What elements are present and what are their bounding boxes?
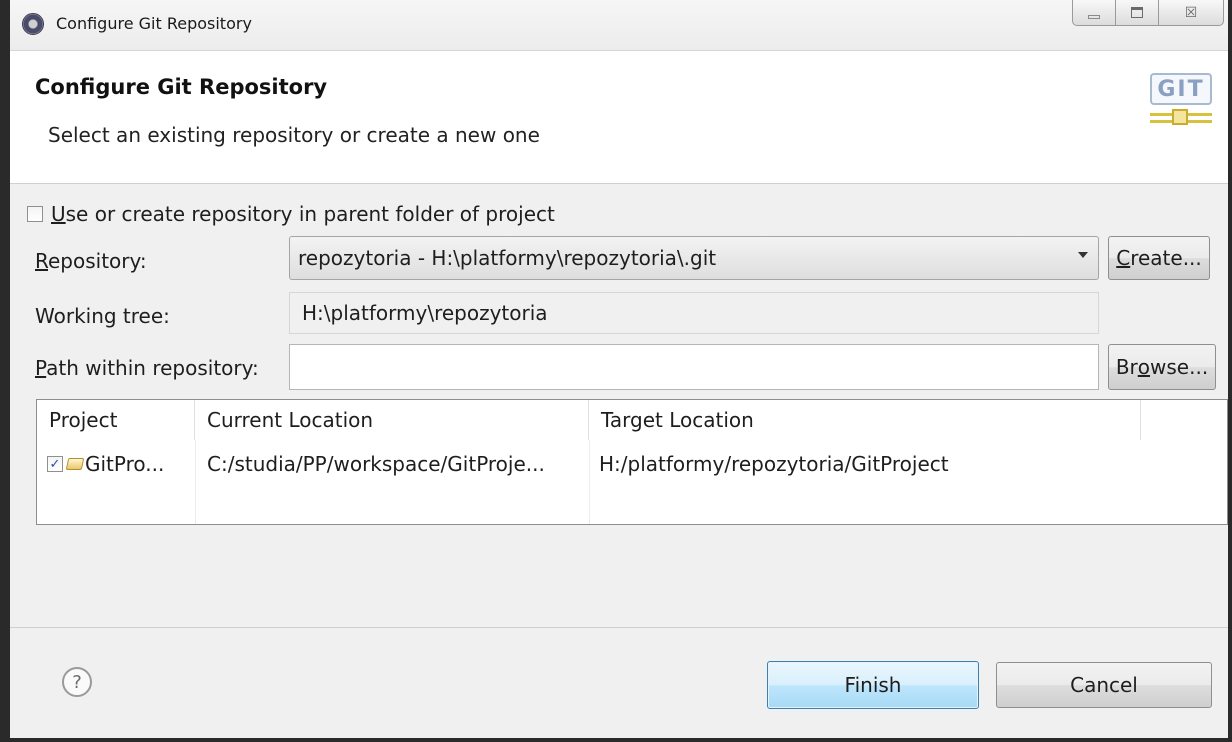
eclipse-app-icon bbox=[22, 13, 44, 35]
column-header-current-location[interactable]: Current Location bbox=[195, 400, 589, 440]
close-button[interactable]: ☒ bbox=[1158, 0, 1224, 26]
create-button[interactable]: Create... bbox=[1108, 236, 1210, 280]
minimize-icon bbox=[1088, 14, 1100, 19]
help-icon[interactable]: ? bbox=[62, 667, 92, 697]
column-header-target-location[interactable]: Target Location bbox=[589, 400, 1141, 440]
table-row[interactable]: ✓ GitPro... C:/studia/PP/workspace/GitPr… bbox=[37, 444, 1227, 484]
target-location-cell: H:/platformy/repozytoria/GitProject bbox=[599, 452, 949, 476]
chevron-down-icon bbox=[1078, 252, 1088, 258]
configure-git-repository-dialog: Configure Git Repository ☒ Configure Git… bbox=[0, 0, 1232, 742]
current-location-cell: C:/studia/PP/workspace/GitProje... bbox=[207, 452, 545, 476]
parent-folder-checkbox-label: Use or create repository in parent folde… bbox=[51, 202, 555, 226]
projects-table: Project Current Location Target Location… bbox=[36, 399, 1228, 525]
parent-folder-option[interactable]: Use or create repository in parent folde… bbox=[27, 202, 555, 226]
path-within-repository-label: Path within repository: bbox=[35, 356, 259, 380]
project-row-checkbox[interactable]: ✓ bbox=[47, 456, 63, 472]
git-logo-text: GIT bbox=[1150, 73, 1212, 105]
repository-label: Repository: bbox=[35, 249, 147, 273]
title-bar: Configure Git Repository ☒ bbox=[10, 0, 1228, 51]
close-icon: ☒ bbox=[1184, 4, 1198, 21]
git-logo-box bbox=[1172, 109, 1188, 125]
window-title: Configure Git Repository bbox=[56, 14, 252, 33]
git-logo-icon: GIT bbox=[1146, 73, 1216, 133]
maximize-icon bbox=[1131, 7, 1143, 18]
page-description: Select an existing repository or create … bbox=[48, 123, 540, 147]
table-header: Project Current Location Target Location bbox=[37, 400, 1227, 440]
repository-select-value: repozytoria - H:\platformy\repozytoria\.… bbox=[298, 246, 717, 270]
parent-folder-checkbox[interactable] bbox=[27, 206, 43, 222]
window-controls: ☒ bbox=[1072, 0, 1224, 28]
page-title: Configure Git Repository bbox=[35, 75, 328, 99]
column-header-filler bbox=[1141, 400, 1227, 440]
working-tree-field: H:\platformy\repozytoria bbox=[289, 292, 1099, 334]
footer-divider bbox=[10, 627, 1228, 628]
finish-button[interactable]: Finish bbox=[767, 661, 979, 709]
cancel-button[interactable]: Cancel bbox=[996, 662, 1212, 708]
browse-button[interactable]: Br o wse... bbox=[1108, 344, 1216, 390]
repository-select[interactable]: repozytoria - H:\platformy\repozytoria\.… bbox=[289, 236, 1099, 280]
project-cell: ✓ GitPro... bbox=[37, 444, 195, 484]
project-name: GitPro... bbox=[85, 452, 165, 476]
path-within-repository-input[interactable] bbox=[289, 344, 1099, 390]
open-folder-icon bbox=[65, 458, 85, 470]
column-header-project[interactable]: Project bbox=[37, 400, 195, 440]
working-tree-label: Working tree: bbox=[35, 304, 170, 328]
wizard-banner: Configure Git Repository Select an exist… bbox=[10, 51, 1228, 184]
minimize-button[interactable] bbox=[1072, 0, 1116, 26]
maximize-button[interactable] bbox=[1115, 0, 1159, 26]
